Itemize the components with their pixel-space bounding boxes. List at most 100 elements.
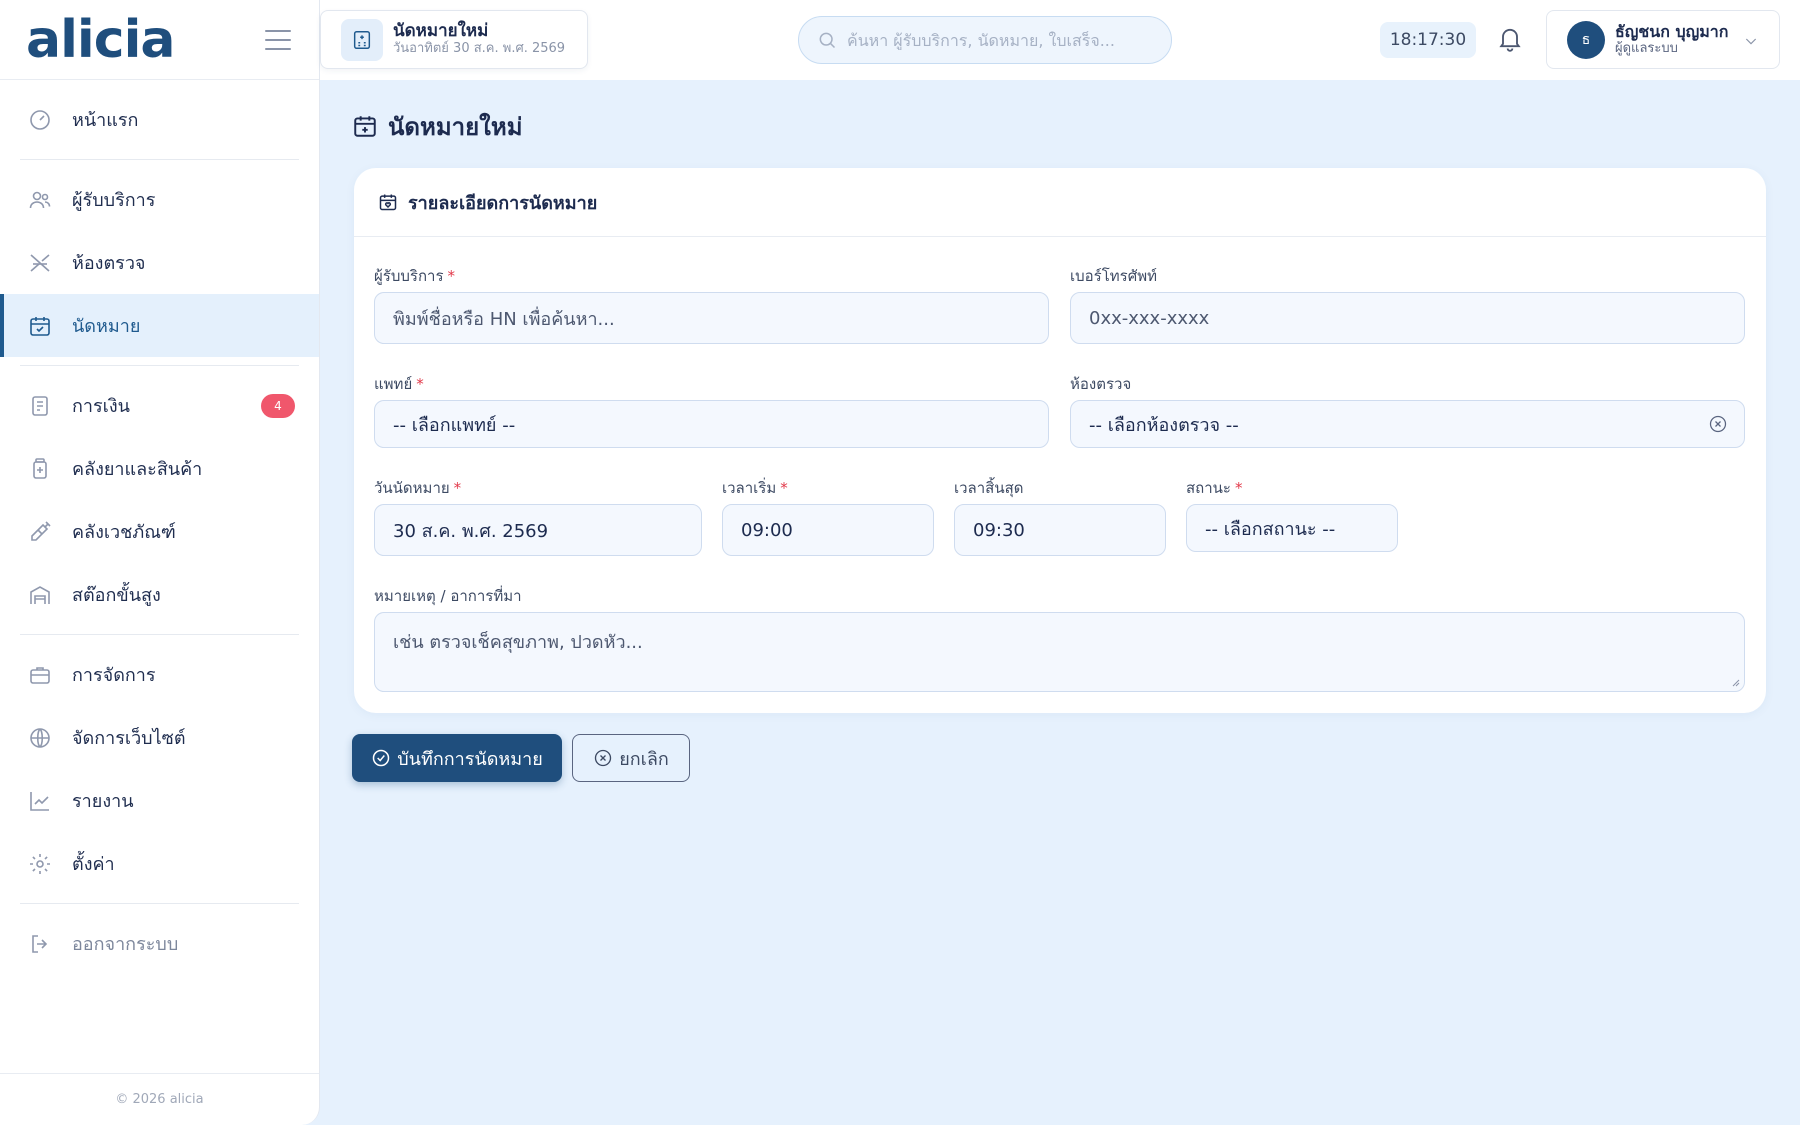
save-button-label: บันทึกการนัดหมาย	[397, 748, 543, 770]
card-title: รายละเอียดการนัดหมาย	[408, 192, 598, 214]
calendar-heart-icon	[379, 194, 397, 211]
sidebar-item-label: คลังเวชภัณฑ์	[72, 522, 176, 543]
sidebar: alicia หน้าแรก ผู้รับบริการ ห้องตรวจ นัด…	[0, 0, 320, 1125]
phone-label: เบอร์โทรศัพท์	[1070, 267, 1158, 285]
sidebar-item-label: การจัดการ	[72, 665, 156, 686]
start-time-input[interactable]: 09:00	[722, 504, 934, 556]
notes-placeholder: เช่น ตรวจเช็คสุขภาพ, ปวดหัว...	[393, 632, 643, 653]
patient-search-input[interactable]: พิมพ์ชื่อหรือ HN เพื่อค้นหา...	[374, 292, 1049, 344]
check-circle-icon	[372, 749, 390, 767]
page-title-text: นัดหมายใหม่	[388, 112, 523, 141]
sidebar-item-label: หน้าแรก	[72, 110, 139, 131]
start-time-field: เวลาเริ่ม * 09:00	[722, 476, 934, 556]
exam-room-icon	[28, 251, 52, 275]
nav-divider	[20, 903, 299, 904]
chevron-down-icon	[1743, 33, 1759, 49]
resize-handle-icon[interactable]	[1730, 677, 1740, 687]
sidebar-item-label: จัดการเว็บไซต์	[72, 728, 186, 749]
end-time-field: เวลาสิ้นสุด 09:30	[954, 476, 1166, 556]
date-field: วันนัดหมาย * 30 ส.ค. พ.ศ. 2569	[374, 476, 702, 556]
date-input[interactable]: 30 ส.ค. พ.ศ. 2569	[374, 504, 702, 556]
dashboard-icon	[28, 108, 52, 132]
sidebar-item-home[interactable]: หน้าแรก	[0, 88, 319, 151]
cancel-button-label: ยกเลิก	[619, 748, 669, 770]
chart-line-icon	[28, 789, 52, 813]
notes-field: หมายเหตุ / อาการที่มา เช่น ตรวจเช็คสุขภา…	[374, 584, 1745, 692]
sidebar-item-label: การเงิน	[72, 396, 130, 417]
sidebar-item-medical-supplies[interactable]: คลังเวชภัณฑ์	[0, 500, 319, 563]
start-time-label: เวลาเริ่ม *	[722, 479, 788, 497]
sidebar-item-management[interactable]: การจัดการ	[0, 643, 319, 706]
sidebar-item-pharmacy[interactable]: คลังยาและสินค้า	[0, 437, 319, 500]
nav-divider	[20, 365, 299, 366]
sidebar-item-label: ผู้รับบริการ	[72, 190, 156, 211]
users-icon	[28, 188, 52, 212]
logout-icon	[28, 932, 52, 956]
notification-bell-icon[interactable]	[1496, 24, 1526, 54]
cancel-button[interactable]: ยกเลิก	[572, 734, 690, 782]
status-field: สถานะ * -- เลือกสถานะ --	[1186, 476, 1398, 552]
doctor-label: แพทย์ *	[374, 375, 424, 393]
search-icon	[819, 32, 836, 49]
end-time-label: เวลาสิ้นสุด	[954, 479, 1024, 497]
sidebar-item-appointments[interactable]: นัดหมาย	[0, 294, 319, 357]
room-field: ห้องตรวจ -- เลือกห้องตรวจ --	[1070, 372, 1745, 448]
context-title: นัดหมายใหม่	[393, 20, 489, 41]
sidebar-item-label: คลังยาและสินค้า	[72, 459, 203, 480]
sidebar-item-label: ออกจากระบบ	[72, 934, 179, 955]
sidebar-item-label: ตั้งค่า	[72, 854, 115, 875]
user-role: ผู้ดูแลระบบ	[1615, 41, 1678, 57]
receipt-icon	[28, 394, 52, 418]
page-title: นัดหมายใหม่	[352, 108, 523, 144]
sidebar-item-finance[interactable]: การเงิน 4	[0, 374, 319, 437]
sidebar-item-patients[interactable]: ผู้รับบริการ	[0, 168, 319, 231]
sidebar-item-logout[interactable]: ออกจากระบบ	[0, 912, 319, 975]
nav-divider	[20, 159, 299, 160]
page-context-card: นัดหมายใหม่ วันอาทิตย์ 30 ส.ค. พ.ศ. 2569	[320, 10, 588, 69]
notes-textarea[interactable]: เช่น ตรวจเช็คสุขภาพ, ปวดหัว...	[374, 612, 1745, 692]
sidebar-item-advanced-stock[interactable]: สต๊อกขั้นสูง	[0, 563, 319, 626]
sidebar-nav: หน้าแรก ผู้รับบริการ ห้องตรวจ นัดหมาย กา…	[0, 88, 319, 975]
syringe-icon	[28, 520, 52, 544]
global-search	[798, 16, 1172, 64]
clock-display: 18:17:30	[1380, 22, 1476, 58]
hospital-building-icon	[341, 18, 383, 61]
notes-label: หมายเหตุ / อาการที่มา	[374, 587, 522, 605]
sidebar-item-reports[interactable]: รายงาน	[0, 769, 319, 832]
doctor-select[interactable]: -- เลือกแพทย์ --	[374, 400, 1049, 448]
end-time-input[interactable]: 09:30	[954, 504, 1166, 556]
nav-divider	[20, 634, 299, 635]
user-name: ธัญชนก บุญมาก	[1615, 22, 1729, 42]
hamburger-menu-icon[interactable]	[265, 29, 291, 50]
notification-badge: 4	[261, 393, 295, 418]
sidebar-item-label: นัดหมาย	[72, 316, 141, 337]
room-select[interactable]: -- เลือกห้องตรวจ --	[1070, 400, 1745, 448]
patient-field: ผู้รับบริการ * พิมพ์ชื่อหรือ HN เพื่อค้นห…	[374, 264, 1049, 344]
close-circle-icon	[595, 749, 612, 767]
phone-input[interactable]: 0xx-xxx-xxxx	[1070, 292, 1745, 344]
briefcase-icon	[28, 663, 52, 687]
appointment-form-card: รายละเอียดการนัดหมาย ผู้รับบริการ * พิมพ์…	[354, 168, 1766, 713]
brand-logo[interactable]: alicia	[26, 14, 175, 66]
warehouse-icon	[28, 583, 52, 607]
context-date: วันอาทิตย์ 30 ส.ค. พ.ศ. 2569	[393, 41, 566, 57]
sidebar-item-website[interactable]: จัดการเว็บไซต์	[0, 706, 319, 769]
card-header: รายละเอียดการนัดหมาย	[354, 168, 1766, 237]
date-label: วันนัดหมาย *	[374, 479, 462, 497]
room-select-value: -- เลือกห้องตรวจ --	[1089, 414, 1239, 436]
doctor-field: แพทย์ * -- เลือกแพทย์ --	[374, 372, 1049, 448]
save-appointment-button[interactable]: บันทึกการนัดหมาย	[352, 734, 562, 782]
user-menu[interactable]: ธ ธัญชนก บุญมาก ผู้ดูแลระบบ	[1546, 10, 1780, 69]
calendar-plus-icon	[354, 116, 376, 137]
avatar: ธ	[1567, 20, 1605, 59]
clear-icon[interactable]	[1708, 414, 1728, 434]
search-input[interactable]	[847, 30, 1147, 50]
globe-icon	[28, 726, 52, 750]
phone-field: เบอร์โทรศัพท์ 0xx-xxx-xxxx	[1070, 264, 1745, 344]
sidebar-item-settings[interactable]: ตั้งค่า	[0, 832, 319, 895]
sidebar-item-exam-room[interactable]: ห้องตรวจ	[0, 231, 319, 294]
room-label: ห้องตรวจ	[1070, 375, 1132, 393]
sidebar-item-label: ห้องตรวจ	[72, 253, 146, 274]
status-select[interactable]: -- เลือกสถานะ --	[1186, 504, 1398, 552]
medicine-bottle-icon	[28, 457, 52, 481]
